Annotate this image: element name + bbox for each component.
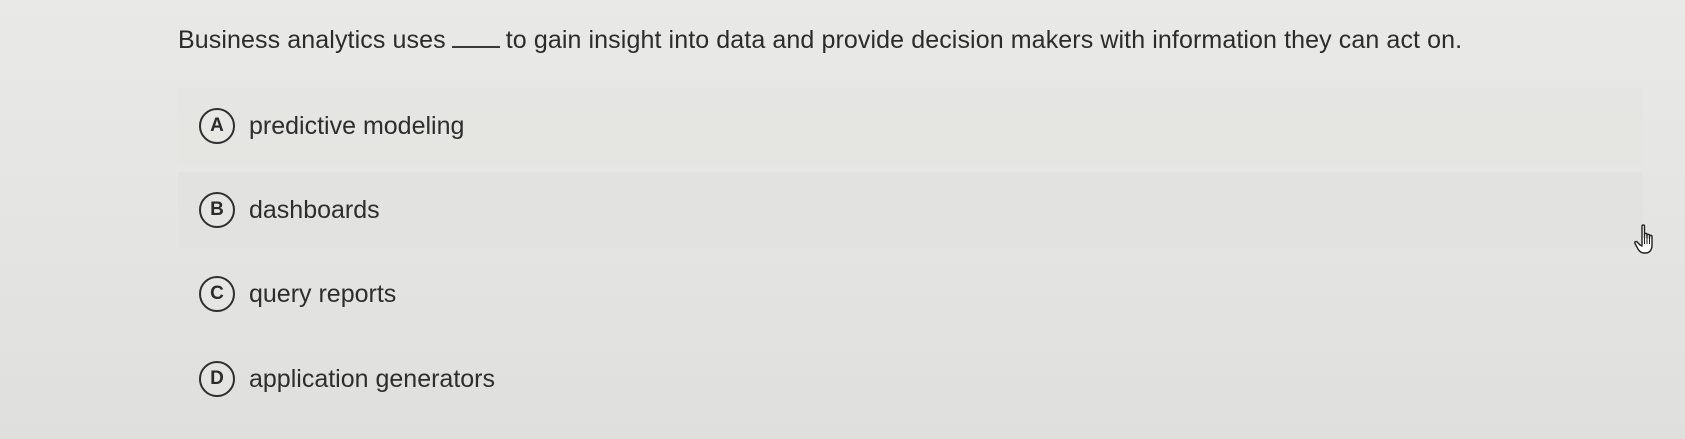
option-a-label: predictive modeling (249, 111, 465, 140)
option-b-label: dashboards (249, 195, 380, 224)
answer-blank (451, 26, 500, 48)
option-c[interactable]: C query reports (178, 256, 1643, 332)
question-text-after: to gain insight into data and provide de… (505, 26, 1463, 54)
option-d-label: application generators (249, 364, 495, 393)
question-text: Business analytics uses to gain insight i… (178, 22, 1462, 58)
option-b[interactable]: B dashboards (178, 172, 1643, 248)
option-c-letter-badge: C (199, 276, 235, 312)
hand-pointer-icon (1634, 224, 1653, 254)
option-c-label: query reports (249, 279, 397, 308)
option-d[interactable]: D application generators (178, 341, 1643, 417)
option-a[interactable]: A predictive modeling (178, 88, 1643, 164)
option-a-letter-badge: A (199, 108, 235, 144)
question-text-before: Business analytics uses (178, 26, 446, 54)
option-d-letter-badge: D (199, 361, 235, 397)
option-b-letter-badge: B (199, 192, 235, 228)
